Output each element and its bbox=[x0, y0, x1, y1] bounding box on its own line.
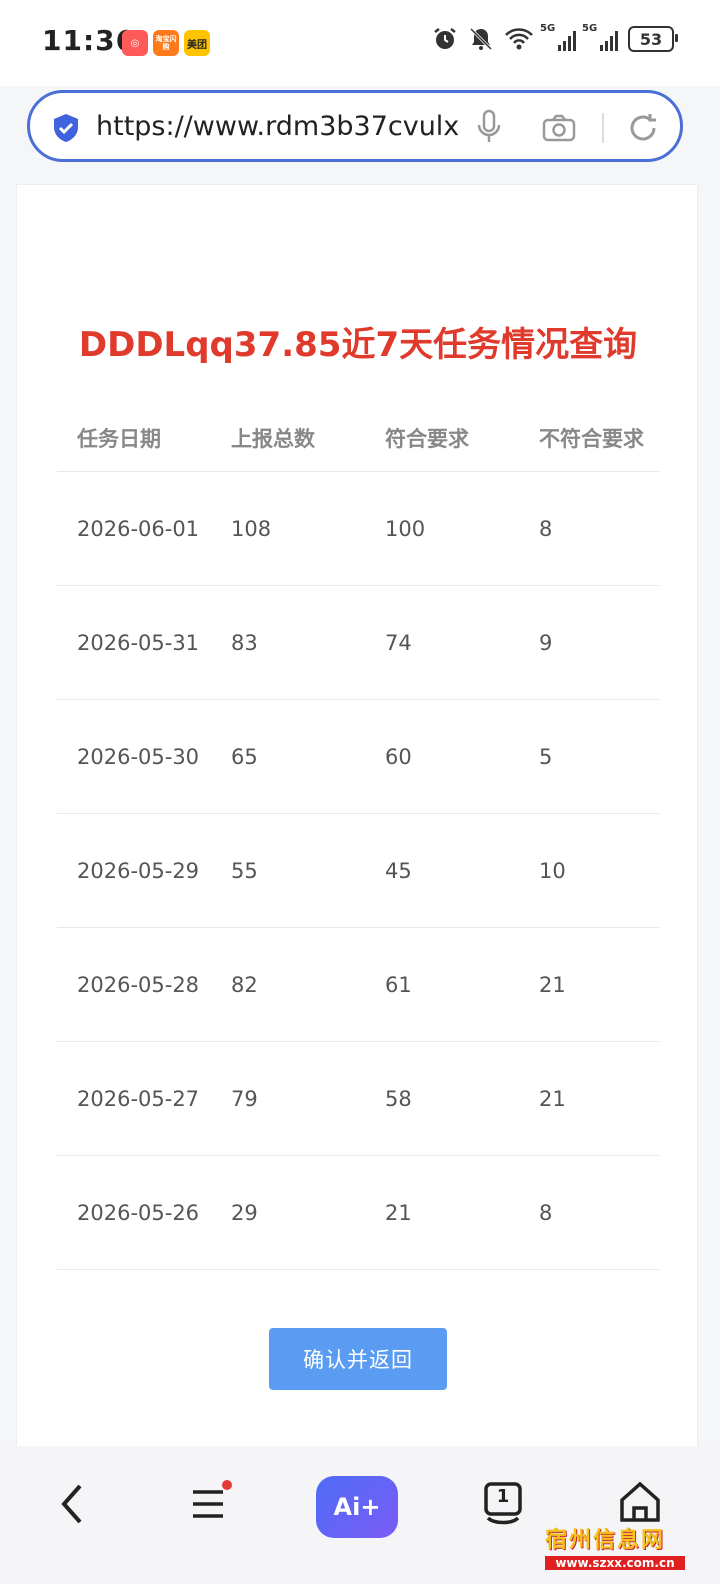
status-bar: 11:36 ◎ 淘宝闪购 美团 5G 5G 53 bbox=[0, 0, 720, 86]
cell-date: 2026-06-01 bbox=[77, 516, 200, 541]
table-header: 任务日期 上报总数 符合要求 不符合要求 bbox=[57, 405, 659, 472]
signal-icon-2: 5G bbox=[582, 23, 618, 51]
cell-total: 83 bbox=[231, 630, 258, 655]
watermark-url: www.szxx.com.cn bbox=[545, 1556, 685, 1570]
task-table: 任务日期 上报总数 符合要求 不符合要求 2026-06-01 108 100 … bbox=[57, 405, 659, 1270]
table-row: 2026-06-01 108 100 8 bbox=[57, 472, 659, 586]
battery-indicator: 53 bbox=[628, 26, 678, 52]
home-icon[interactable] bbox=[618, 1480, 662, 1524]
cell-fail: 9 bbox=[539, 630, 553, 655]
url-text[interactable]: https://www.rdm3b37cvulx bbox=[96, 111, 458, 142]
ai-assistant-button[interactable]: Ai+ bbox=[316, 1476, 398, 1538]
app-icon-taobao: 淘宝闪购 bbox=[153, 30, 179, 56]
header-date: 任务日期 bbox=[77, 427, 161, 451]
mute-bell-icon bbox=[469, 27, 493, 51]
app-icon-1: ◎ bbox=[122, 30, 148, 56]
menu-button[interactable] bbox=[190, 1480, 232, 1526]
cell-ok: 74 bbox=[385, 630, 412, 655]
table-row: 2026-05-29 55 45 10 bbox=[57, 814, 659, 928]
cell-fail: 8 bbox=[539, 1200, 553, 1225]
site-watermark: 宿州信息网 www.szxx.com.cn bbox=[545, 1522, 695, 1580]
status-app-icons: ◎ 淘宝闪购 美团 bbox=[122, 30, 210, 56]
microphone-icon[interactable] bbox=[476, 109, 502, 145]
cell-total: 65 bbox=[231, 744, 258, 769]
cell-ok: 61 bbox=[385, 972, 412, 997]
cell-total: 29 bbox=[231, 1200, 258, 1225]
header-ok: 符合要求 bbox=[385, 427, 469, 451]
cell-ok: 45 bbox=[385, 858, 412, 883]
wifi-icon bbox=[505, 28, 533, 50]
cell-ok: 100 bbox=[385, 516, 426, 541]
cell-ok: 58 bbox=[385, 1086, 412, 1111]
camera-icon[interactable] bbox=[542, 113, 576, 143]
cell-date: 2026-05-30 bbox=[77, 744, 200, 769]
cell-fail: 21 bbox=[539, 972, 566, 997]
table-row: 2026-05-30 65 60 5 bbox=[57, 700, 659, 814]
back-icon[interactable] bbox=[56, 1482, 88, 1526]
page-title: DDDLqq37.85近7天任务情况查询 bbox=[78, 325, 638, 365]
confirm-return-button[interactable]: 确认并返回 bbox=[269, 1328, 447, 1390]
menu-icon bbox=[193, 1490, 223, 1518]
cell-ok: 60 bbox=[385, 744, 412, 769]
alarm-icon bbox=[434, 28, 456, 49]
status-right: 5G 5G 53 bbox=[432, 23, 678, 52]
url-divider bbox=[602, 113, 604, 143]
cell-fail: 8 bbox=[539, 516, 553, 541]
cell-date: 2026-05-29 bbox=[77, 858, 200, 883]
cell-date: 2026-05-28 bbox=[77, 972, 200, 997]
address-bar[interactable]: https://www.rdm3b37cvulx bbox=[27, 90, 683, 162]
shield-icon bbox=[54, 114, 78, 142]
cell-date: 2026-05-27 bbox=[77, 1086, 200, 1111]
cell-fail: 21 bbox=[539, 1086, 566, 1111]
notification-dot bbox=[222, 1480, 232, 1490]
table-row: 2026-05-27 79 58 21 bbox=[57, 1042, 659, 1156]
cell-total: 82 bbox=[231, 972, 258, 997]
app-icon-meituan: 美团 bbox=[184, 30, 210, 56]
cell-total: 108 bbox=[231, 516, 272, 541]
cell-date: 2026-05-31 bbox=[77, 630, 200, 655]
tabs-count: 1 bbox=[496, 1486, 510, 1507]
watermark-text: 宿州信息网 bbox=[545, 1527, 666, 1553]
signal-icon-1: 5G bbox=[540, 23, 576, 51]
cell-ok: 21 bbox=[385, 1200, 412, 1225]
table-row: 2026-05-28 82 61 21 bbox=[57, 928, 659, 1042]
header-total: 上报总数 bbox=[231, 427, 315, 451]
tabs-button[interactable]: 1 bbox=[482, 1482, 524, 1526]
cell-fail: 10 bbox=[539, 858, 566, 883]
cell-fail: 5 bbox=[539, 744, 553, 769]
header-fail: 不符合要求 bbox=[539, 427, 644, 451]
refresh-icon[interactable] bbox=[626, 111, 660, 145]
cell-total: 55 bbox=[231, 858, 258, 883]
cell-total: 79 bbox=[231, 1086, 258, 1111]
cell-date: 2026-05-26 bbox=[77, 1200, 200, 1225]
page-content: DDDLqq37.85近7天任务情况查询 任务日期 上报总数 符合要求 不符合要… bbox=[16, 184, 698, 1454]
table-row: 2026-05-26 29 21 8 bbox=[57, 1156, 659, 1270]
table-row: 2026-05-31 83 74 9 bbox=[57, 586, 659, 700]
